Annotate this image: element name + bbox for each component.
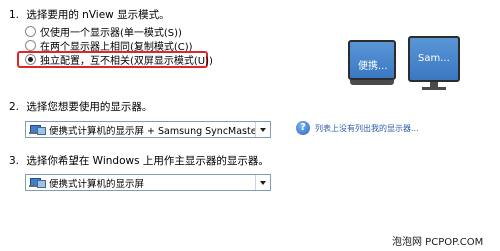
laptop-monitor-icon (29, 124, 46, 136)
radio-dualview-mode[interactable]: 独立配置，互不相关(双屏显示模式(U)) (25, 52, 213, 67)
radio-button[interactable] (25, 39, 36, 51)
step1-heading: 1. 选择要用的 nView 显示模式。 (9, 7, 170, 22)
primary-display-select[interactable]: 便携式计算机的显示屏 (25, 174, 271, 191)
step2-heading: 2. 选择您想要使用的显示器。 (9, 99, 152, 114)
primary-display-select-value: 便携式计算机的显示屏 (49, 178, 145, 190)
radio-button-checked[interactable] (25, 53, 36, 65)
laptop-monitor-icon (29, 177, 46, 189)
watermark: 泡泡网 PCPOP.COM (392, 237, 484, 248)
step2-title: 选择您想要使用的显示器。 (26, 101, 153, 113)
radio-button[interactable] (25, 25, 36, 37)
monitor-2-label: Sam... (418, 53, 450, 64)
help-icon[interactable]: ? (296, 121, 310, 135)
monitor-2-screen: Sam... (408, 36, 460, 82)
display-select[interactable]: 便携式计算机的显示屏 + Samsung SyncMaste (25, 121, 271, 138)
display-select-value: 便携式计算机的显示屏 + Samsung SyncMaste (49, 125, 255, 137)
radio-label: 独立配置，互不相关(双屏显示模式(U)) (40, 55, 213, 67)
dropdown-button[interactable] (255, 175, 270, 190)
step1-number: 1. (9, 9, 20, 21)
dropdown-button[interactable] (255, 122, 270, 137)
chevron-down-icon (260, 127, 266, 132)
monitor-1-label: 便携... (358, 61, 388, 72)
step2-number: 2. (9, 101, 20, 113)
step3-number: 3. (9, 155, 20, 167)
radio-clone-mode[interactable]: 在两个显示器上相同(复制模式(C)) (25, 38, 193, 53)
step3-title: 选择你希望在 Windows 上用作主显示器的显示器。 (26, 155, 269, 167)
monitor-preview-2[interactable]: Sam... (408, 36, 460, 100)
nview-display-settings: 1. 选择要用的 nView 显示模式。 仅使用一个显示器(单一模式(S)) 在… (0, 0, 500, 251)
monitor-1-screen: 便携... (348, 40, 396, 80)
radio-label: 仅使用一个显示器(单一模式(S)) (40, 27, 182, 39)
chevron-down-icon (260, 180, 266, 185)
step3-heading: 3. 选择你希望在 Windows 上用作主显示器的显示器。 (9, 153, 269, 168)
step1-title: 选择要用的 nView 显示模式。 (26, 9, 170, 21)
monitor-foot (422, 87, 446, 90)
laptop-base (350, 80, 394, 85)
radio-single-mode[interactable]: 仅使用一个显示器(单一模式(S)) (25, 24, 182, 39)
monitor-preview-1[interactable]: 便携... (348, 40, 396, 100)
help-link[interactable]: 列表上没有列出我的显示器... (315, 123, 419, 134)
